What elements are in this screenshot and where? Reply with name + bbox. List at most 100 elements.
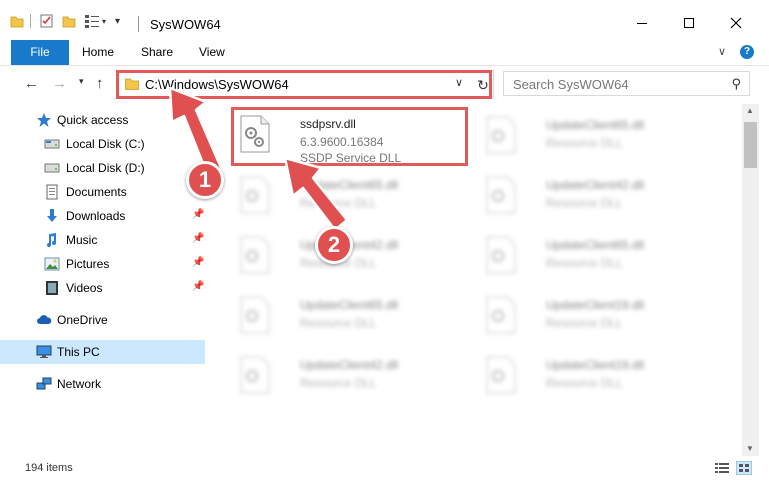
computer-icon bbox=[36, 345, 52, 358]
sidebar-item-onedrive[interactable]: OneDrive bbox=[0, 308, 205, 332]
file-type: Resource DLL bbox=[546, 316, 623, 330]
close-button[interactable] bbox=[713, 8, 759, 38]
vertical-scrollbar[interactable]: ▲ ▼ bbox=[742, 104, 759, 456]
customize-toolbar-icon[interactable]: ▾ bbox=[115, 16, 120, 27]
file-item[interactable]: UpdateClient19.dll Resource DLL bbox=[478, 290, 718, 346]
download-icon bbox=[47, 209, 57, 222]
documents-icon bbox=[46, 184, 58, 200]
pin-icon[interactable]: 📌 bbox=[192, 257, 204, 268]
pin-icon[interactable]: 📌 bbox=[192, 233, 204, 244]
file-name: UpdateClient42.dll bbox=[546, 178, 645, 192]
file-type: Resource DLL bbox=[300, 316, 377, 330]
chevron-down-icon[interactable]: ▾ bbox=[102, 17, 106, 26]
sidebar-item-label: Music bbox=[66, 233, 98, 247]
tab-home[interactable]: Home bbox=[82, 40, 114, 65]
sidebar-item-label: OneDrive bbox=[57, 313, 108, 327]
music-icon bbox=[47, 233, 56, 247]
dll-file-icon bbox=[240, 236, 270, 274]
file-item[interactable]: UpdateClient65.dll Resource DLL bbox=[478, 110, 718, 166]
pictures-icon bbox=[44, 257, 60, 271]
tab-share[interactable]: Share bbox=[141, 40, 173, 65]
search-box[interactable]: Search SysWOW64 ⚲ bbox=[503, 71, 750, 96]
sidebar-item-network[interactable]: Network bbox=[0, 372, 205, 396]
file-name: UpdateClient65.dll bbox=[300, 298, 399, 312]
tab-view[interactable]: View bbox=[199, 40, 225, 65]
sidebar-item-label: Local Disk (C:) bbox=[66, 137, 145, 151]
scroll-thumb[interactable] bbox=[744, 122, 757, 168]
sidebar-item-label: Network bbox=[57, 377, 102, 391]
sidebar-item-label: Pictures bbox=[66, 257, 110, 271]
item-count: 194 items bbox=[25, 462, 73, 474]
sidebar-item-label: Documents bbox=[66, 185, 127, 199]
explorer-window: ▾ ▾ SysWOW64 File Home Share View ∨ ? ← … bbox=[0, 0, 769, 492]
maximize-button[interactable] bbox=[666, 8, 712, 38]
sidebar-item-documents[interactable]: Documents bbox=[0, 180, 205, 204]
sidebar-item-label: Quick access bbox=[57, 113, 129, 127]
sidebar-item-downloads[interactable]: Downloads 📌 bbox=[0, 204, 205, 228]
file-name: UpdateClient19.dll bbox=[546, 298, 645, 312]
expand-ribbon-icon[interactable]: ∨ bbox=[718, 45, 726, 58]
dll-file-icon bbox=[240, 356, 270, 394]
dll-file-icon bbox=[486, 176, 516, 214]
search-icon[interactable]: ⚲ bbox=[731, 76, 741, 92]
file-item[interactable]: UpdateClient42.dll Resource DLL bbox=[232, 350, 472, 406]
cloud-icon bbox=[37, 315, 52, 324]
new-folder-icon[interactable] bbox=[62, 14, 76, 28]
file-name: UpdateClient19.dll bbox=[546, 358, 645, 372]
file-name: UpdateClient42.dll bbox=[300, 358, 399, 372]
sidebar-item-pictures[interactable]: Pictures 📌 bbox=[0, 252, 205, 276]
file-item[interactable]: UpdateClient65.dll Resource DLL bbox=[232, 290, 472, 346]
title-divider bbox=[138, 16, 139, 32]
sidebar-item-this-pc[interactable]: This PC bbox=[0, 340, 205, 364]
file-name: UpdateClient65.dll bbox=[546, 118, 645, 132]
sidebar-item-videos[interactable]: Videos 📌 bbox=[0, 276, 205, 300]
file-type: Resource DLL bbox=[546, 376, 623, 390]
close-icon bbox=[730, 17, 742, 29]
up-arrow-icon[interactable]: ↑ bbox=[96, 75, 104, 92]
callout-badge-1: 1 bbox=[186, 161, 224, 199]
qa-divider bbox=[30, 14, 31, 28]
maximize-icon bbox=[684, 18, 694, 28]
back-arrow-icon[interactable]: ← bbox=[24, 75, 39, 92]
refresh-icon[interactable]: ↻ bbox=[472, 72, 494, 98]
minimize-button[interactable] bbox=[619, 8, 665, 38]
status-bar: 194 items bbox=[0, 456, 769, 480]
dll-file-icon bbox=[486, 116, 516, 154]
callout-arrow-2 bbox=[283, 156, 349, 232]
sidebar-item-label: Videos bbox=[66, 281, 103, 295]
details-view-icon[interactable] bbox=[714, 461, 730, 475]
sidebar-item-label: This PC bbox=[57, 345, 100, 359]
properties-icon[interactable] bbox=[40, 14, 54, 28]
videos-icon bbox=[46, 281, 58, 295]
pin-icon[interactable]: 📌 bbox=[192, 281, 204, 292]
dll-file-icon bbox=[486, 236, 516, 274]
pin-icon[interactable]: 📌 bbox=[192, 209, 204, 220]
ribbon-tabs: File Home Share View ∨ ? bbox=[0, 40, 769, 66]
tab-file[interactable]: File bbox=[11, 40, 69, 65]
help-icon[interactable]: ? bbox=[740, 45, 754, 59]
disk-icon bbox=[44, 139, 60, 149]
tiles-view-icon[interactable] bbox=[736, 461, 752, 475]
file-type: Resource DLL bbox=[546, 196, 623, 210]
file-name: UpdateClient65.dll bbox=[546, 238, 645, 252]
minimize-icon bbox=[637, 23, 647, 24]
title-bar: ▾ ▾ SysWOW64 bbox=[0, 0, 769, 40]
search-input[interactable]: Search SysWOW64 bbox=[513, 77, 629, 92]
dll-file-icon bbox=[240, 296, 270, 334]
dll-file-icon bbox=[486, 356, 516, 394]
view-list-icon[interactable] bbox=[84, 14, 100, 28]
scroll-down-icon[interactable]: ▼ bbox=[746, 444, 754, 453]
dll-file-icon bbox=[486, 296, 516, 334]
sidebar-item-music[interactable]: Music 📌 bbox=[0, 228, 205, 252]
network-icon bbox=[36, 377, 52, 390]
file-type: Resource DLL bbox=[300, 376, 377, 390]
file-item[interactable]: UpdateClient65.dll Resource DLL bbox=[478, 230, 718, 286]
forward-arrow-icon[interactable]: → bbox=[52, 75, 67, 92]
window-title: SysWOW64 bbox=[150, 17, 221, 32]
file-item[interactable]: UpdateClient42.dll Resource DLL bbox=[478, 170, 718, 226]
folder-icon bbox=[10, 16, 24, 28]
recent-locations-icon[interactable]: ▾ bbox=[79, 76, 84, 87]
star-icon bbox=[37, 113, 51, 127]
file-item[interactable]: UpdateClient19.dll Resource DLL bbox=[478, 350, 718, 406]
scroll-up-icon[interactable]: ▲ bbox=[746, 106, 754, 115]
